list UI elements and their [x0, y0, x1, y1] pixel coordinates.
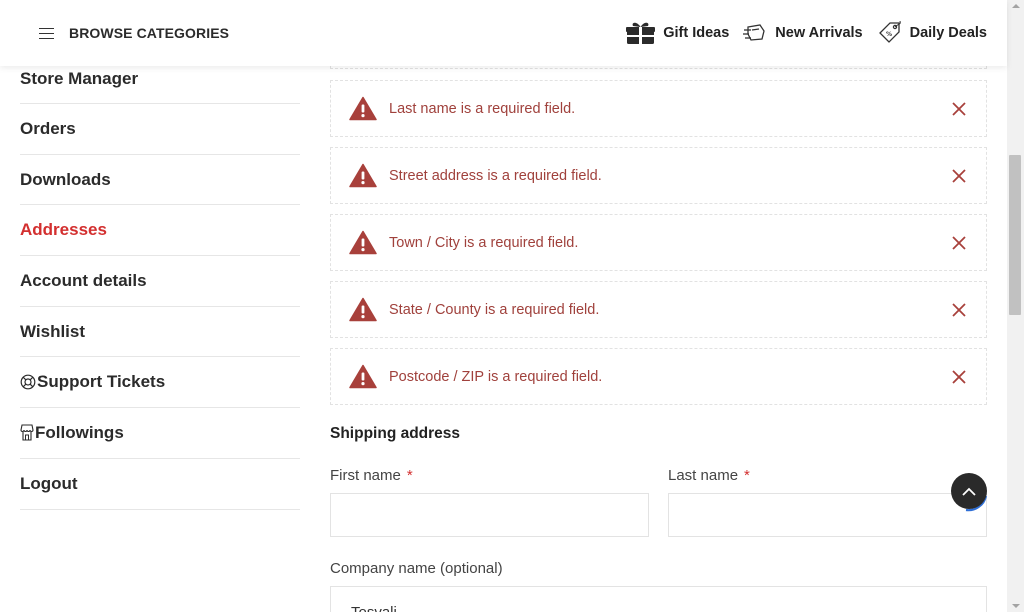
error-message: Town / City is a required field. [389, 234, 579, 251]
new-arrivals-link[interactable]: New Arrivals [743, 22, 863, 44]
error-message: Postcode / ZIP is a required field. [389, 368, 603, 385]
scroll-down-arrow-icon[interactable] [1012, 604, 1020, 608]
company-name-field[interactable] [330, 586, 987, 612]
scroll-up-arrow-icon[interactable] [1012, 4, 1020, 8]
close-icon[interactable] [952, 235, 966, 250]
first-name-label-text: First name [330, 467, 401, 484]
error-notice: State / County is a required field. [330, 281, 987, 338]
sidebar-item-label: Store Manager [20, 68, 139, 88]
delivery-icon [743, 24, 765, 41]
warning-icon [349, 364, 377, 389]
chevron-up-icon [962, 487, 976, 496]
last-name-label-text: Last name [668, 467, 739, 484]
top-header: BROWSE CATEGORIES Gift Ideas New Arrival [0, 0, 1007, 66]
sidebar-item-downloads[interactable]: Downloads [20, 155, 300, 206]
hamburger-icon [39, 27, 54, 39]
sidebar-item-logout[interactable]: Logout [20, 459, 300, 510]
scroll-thumb[interactable] [1009, 155, 1021, 315]
header-links: Gift Ideas New Arrivals % Daily Deals [612, 0, 987, 66]
close-icon[interactable] [952, 302, 966, 317]
gift-ideas-label: Gift Ideas [663, 25, 730, 41]
browse-categories-button[interactable]: BROWSE CATEGORIES [39, 25, 229, 41]
back-to-top-button[interactable] [948, 472, 990, 514]
error-notice: Town / City is a required field. [330, 214, 987, 271]
page-scrollbar[interactable] [1007, 0, 1024, 612]
sidebar-item-label: Support Tickets [37, 372, 166, 392]
sidebar-item-label: Logout [20, 473, 78, 493]
warning-icon [349, 96, 377, 121]
close-icon[interactable] [952, 168, 966, 183]
sidebar-item-label: Wishlist [20, 321, 86, 341]
error-notice: Postcode / ZIP is a required field. [330, 348, 987, 405]
sidebar-item-support-tickets[interactable]: Support Tickets [20, 357, 300, 409]
last-name-field[interactable] [668, 493, 987, 537]
error-message: State / County is a required field. [389, 301, 600, 318]
sidebar-item-addresses[interactable]: Addresses [20, 205, 300, 257]
daily-deals-label: Daily Deals [909, 25, 987, 41]
last-name-label: Last name * [668, 467, 750, 484]
error-message: Last name is a required field. [389, 100, 576, 117]
browse-categories-label: BROWSE CATEGORIES [69, 25, 230, 41]
sidebar-item-label: Addresses [20, 220, 107, 240]
back-to-top-circle [951, 473, 987, 509]
account-sidebar: Store Manager Orders Downloads Addresses… [20, 54, 300, 510]
gift-icon [626, 22, 656, 44]
sidebar-item-label: Account details [20, 270, 147, 290]
new-arrivals-label: New Arrivals [775, 25, 863, 41]
error-notice: Last name is a required field. [330, 80, 987, 137]
sidebar-item-label: Orders [20, 118, 76, 138]
error-message: Street address is a required field. [389, 167, 602, 184]
lifebuoy-icon [20, 374, 36, 390]
shipping-address-heading: Shipping address [330, 425, 461, 442]
sidebar-item-followings[interactable]: Followings [20, 408, 300, 459]
sidebar-item-label: Followings [35, 422, 124, 442]
required-mark: * [744, 467, 750, 484]
sidebar-item-orders[interactable]: Orders [20, 104, 300, 155]
sidebar-item-label: Downloads [20, 169, 111, 189]
required-mark: * [406, 467, 413, 484]
storefront-icon [20, 424, 34, 442]
tag-icon: % [878, 21, 901, 43]
warning-icon [349, 297, 377, 322]
svg-text:%: % [886, 31, 892, 38]
close-icon[interactable] [952, 369, 966, 384]
first-name-field[interactable] [330, 493, 649, 537]
first-name-label: First name * [330, 467, 413, 484]
warning-icon [349, 230, 377, 255]
daily-deals-link[interactable]: % Daily Deals [877, 21, 987, 45]
gift-ideas-link[interactable]: Gift Ideas [626, 21, 729, 45]
close-icon[interactable] [952, 101, 966, 116]
sidebar-item-wishlist[interactable]: Wishlist [20, 307, 300, 358]
sidebar-item-account-details[interactable]: Account details [20, 256, 300, 307]
error-notice: Street address is a required field. [330, 147, 987, 204]
company-name-label: Company name (optional) [330, 560, 503, 577]
warning-icon [349, 163, 377, 188]
